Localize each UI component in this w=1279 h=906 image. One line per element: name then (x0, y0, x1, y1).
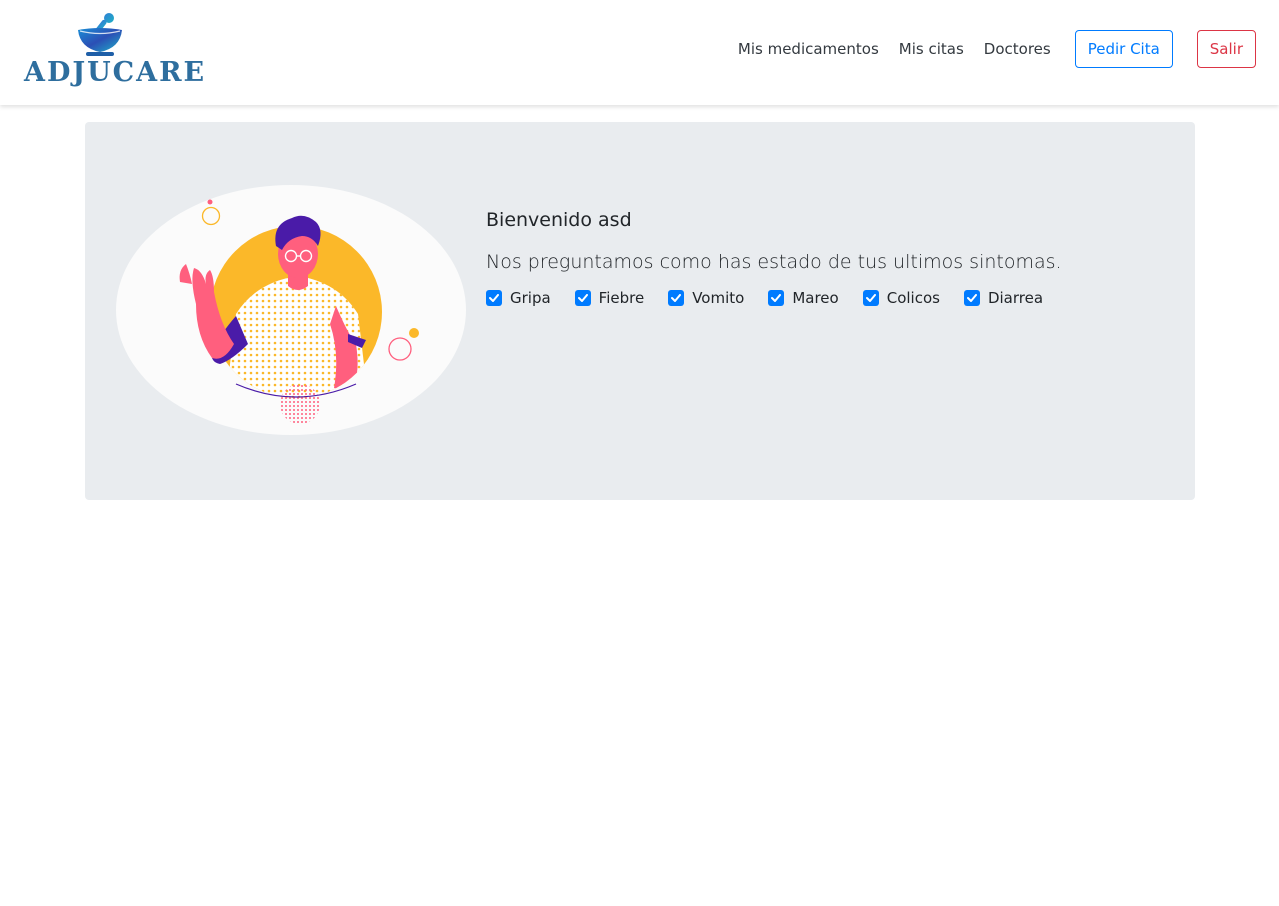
nav-link-medicamentos[interactable]: Mis medicamentos (738, 40, 879, 58)
symptom-item-fiebre[interactable]: Fiebre (574, 289, 645, 307)
check-icon (771, 294, 782, 302)
symptom-label: Colicos (886, 289, 940, 307)
nav-link-doctores[interactable]: Doctores (984, 40, 1051, 58)
symptom-label: Diarrea (987, 289, 1044, 307)
checkbox-checked[interactable] (862, 290, 879, 306)
logout-button[interactable]: Salir (1196, 30, 1256, 68)
welcome-subtitle: Nos preguntamos como has estado de tus u… (486, 251, 1062, 273)
symptom-item-mareo[interactable]: Mareo (768, 289, 839, 307)
checkbox-checked[interactable] (668, 290, 685, 306)
symptom-label: Mareo (792, 289, 839, 307)
navbar: ADJUCARE Mis medicamentos Mis citas Doct… (0, 0, 1279, 105)
check-icon (966, 294, 977, 302)
symptom-label: Fiebre (598, 289, 645, 307)
symptom-label: Gripa (510, 289, 551, 307)
checkbox-checked[interactable] (574, 290, 591, 306)
mortar-pestle-icon (78, 13, 122, 56)
brand-name: ADJUCARE (24, 57, 207, 88)
welcome-jumbotron: Bienvenido asd Nos preguntamos como has … (85, 122, 1195, 500)
symptom-item-gripa[interactable]: Gripa (486, 289, 551, 307)
nav-link-citas[interactable]: Mis citas (899, 40, 964, 58)
welcome-content: Bienvenido asd Nos preguntamos como has … (486, 206, 1166, 310)
symptoms-checklist: Gripa Fiebre Vomito Mareo Colicos Diarre… (486, 286, 1166, 310)
checkbox-checked[interactable] (768, 290, 785, 306)
check-icon (865, 294, 876, 302)
welcome-title: Bienvenido asd (486, 209, 632, 231)
symptom-label: Vomito (692, 289, 745, 307)
checkbox-checked[interactable] (486, 290, 502, 306)
symptom-item-colicos[interactable]: Colicos (862, 289, 940, 307)
check-icon (577, 294, 588, 302)
waving-person-illustration (116, 184, 466, 436)
symptom-item-vomito[interactable]: Vomito (668, 289, 744, 307)
brand-logo[interactable]: ADJUCARE (22, 12, 204, 92)
check-icon (489, 294, 499, 302)
check-icon (671, 294, 682, 302)
symptom-item-diarrea[interactable]: Diarrea (963, 289, 1044, 307)
checkbox-checked[interactable] (963, 290, 980, 306)
request-appointment-button[interactable]: Pedir Cita (1074, 30, 1173, 68)
nav-links: Mis medicamentos Mis citas Doctores Pedi… (738, 30, 1256, 68)
